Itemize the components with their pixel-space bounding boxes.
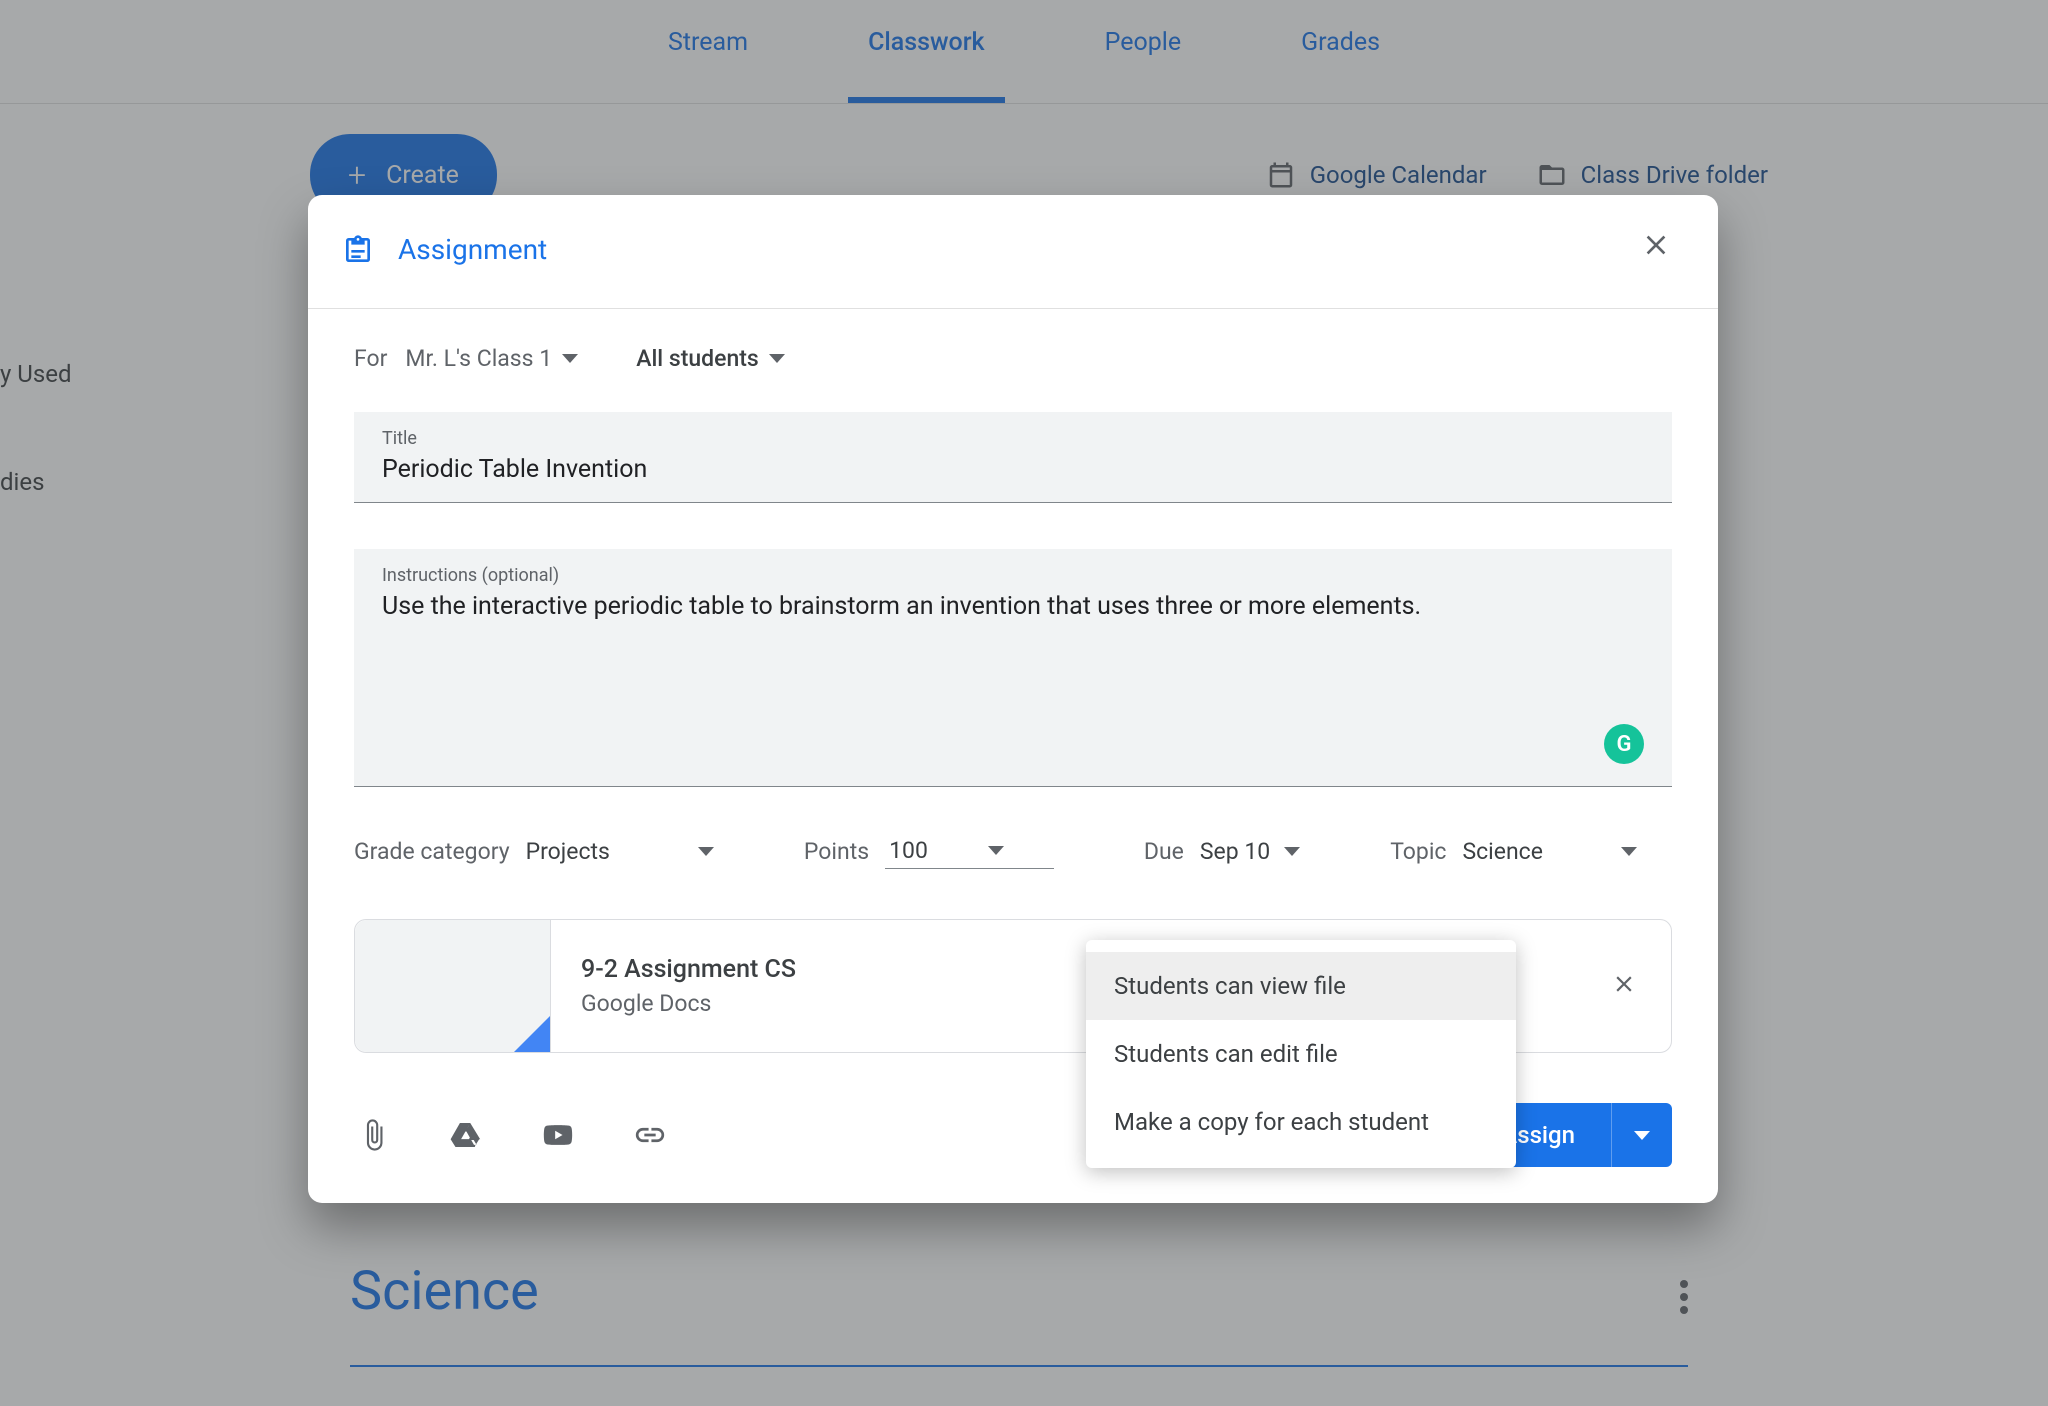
grade-category-label: Grade category xyxy=(354,838,510,865)
title-input[interactable] xyxy=(382,455,1644,484)
due-label: Due xyxy=(1144,838,1184,865)
permission-dropdown: Students can view file Students can edit… xyxy=(1086,940,1516,1168)
chevron-down-icon xyxy=(988,846,1004,855)
modal-header: Assignment xyxy=(308,195,1718,309)
attachment-card[interactable]: 9-2 Assignment CS Google Docs Students c… xyxy=(354,919,1672,1053)
modal-title: Assignment xyxy=(398,233,547,266)
assign-dropdown-button[interactable] xyxy=(1611,1103,1672,1167)
due-selector[interactable]: Due Sep 10 xyxy=(1144,838,1300,865)
points-value: 100 xyxy=(889,837,928,864)
grade-category-value: Projects xyxy=(526,838,610,865)
permission-option-copy[interactable]: Make a copy for each student xyxy=(1086,1088,1516,1156)
due-value: Sep 10 xyxy=(1200,838,1270,865)
attachment-info: 9-2 Assignment CS Google Docs xyxy=(551,955,826,1017)
title-label: Title xyxy=(382,428,1644,449)
topic-selector[interactable]: Topic Science xyxy=(1390,838,1637,865)
students-selector[interactable]: All students xyxy=(636,345,785,372)
instructions-textarea[interactable] xyxy=(382,592,1644,752)
assignment-modal: Assignment For Mr. L's Class 1 All stude… xyxy=(308,195,1718,1203)
topic-value: Science xyxy=(1462,838,1542,865)
instructions-label: Instructions (optional) xyxy=(382,565,1644,586)
class-selector[interactable]: Mr. L's Class 1 xyxy=(405,345,578,372)
close-icon xyxy=(1611,971,1637,997)
points-label: Points xyxy=(804,838,869,865)
grammarly-icon[interactable]: G xyxy=(1604,724,1644,764)
drive-icon xyxy=(449,1118,483,1152)
permission-option-view[interactable]: Students can view file xyxy=(1086,952,1516,1020)
remove-attachment-button[interactable] xyxy=(1611,967,1637,1005)
title-field[interactable]: Title xyxy=(354,412,1672,503)
paperclip-icon xyxy=(357,1118,391,1152)
chevron-down-icon xyxy=(562,354,578,363)
permission-option-edit[interactable]: Students can edit file xyxy=(1086,1020,1516,1088)
assignment-icon xyxy=(342,234,374,266)
chevron-down-icon xyxy=(1284,847,1300,856)
grade-category-selector[interactable]: Grade category Projects xyxy=(354,838,714,865)
attach-link-button[interactable] xyxy=(630,1115,670,1155)
chevron-down-icon xyxy=(1621,847,1637,856)
link-icon xyxy=(633,1118,667,1152)
class-name: Mr. L's Class 1 xyxy=(405,345,552,372)
points-selector[interactable]: Points 100 xyxy=(804,833,1054,869)
chevron-down-icon xyxy=(1634,1131,1650,1140)
attachment-title: 9-2 Assignment CS xyxy=(581,955,796,984)
chevron-down-icon xyxy=(698,847,714,856)
options-row: Grade category Projects Points 100 Due S… xyxy=(354,833,1672,869)
attach-drive-button[interactable] xyxy=(446,1115,486,1155)
attach-file-button[interactable] xyxy=(354,1115,394,1155)
close-button[interactable] xyxy=(1634,223,1678,276)
instructions-field[interactable]: Instructions (optional) G xyxy=(354,549,1672,787)
close-icon xyxy=(1640,229,1672,261)
for-row: For Mr. L's Class 1 All students xyxy=(354,345,1672,372)
students-label: All students xyxy=(636,345,759,372)
attachment-type: Google Docs xyxy=(581,990,796,1017)
topic-label: Topic xyxy=(1390,838,1446,865)
attach-youtube-button[interactable] xyxy=(538,1115,578,1155)
chevron-down-icon xyxy=(769,354,785,363)
attachment-thumbnail xyxy=(355,920,551,1052)
youtube-icon xyxy=(541,1118,575,1152)
for-label: For xyxy=(354,345,387,372)
